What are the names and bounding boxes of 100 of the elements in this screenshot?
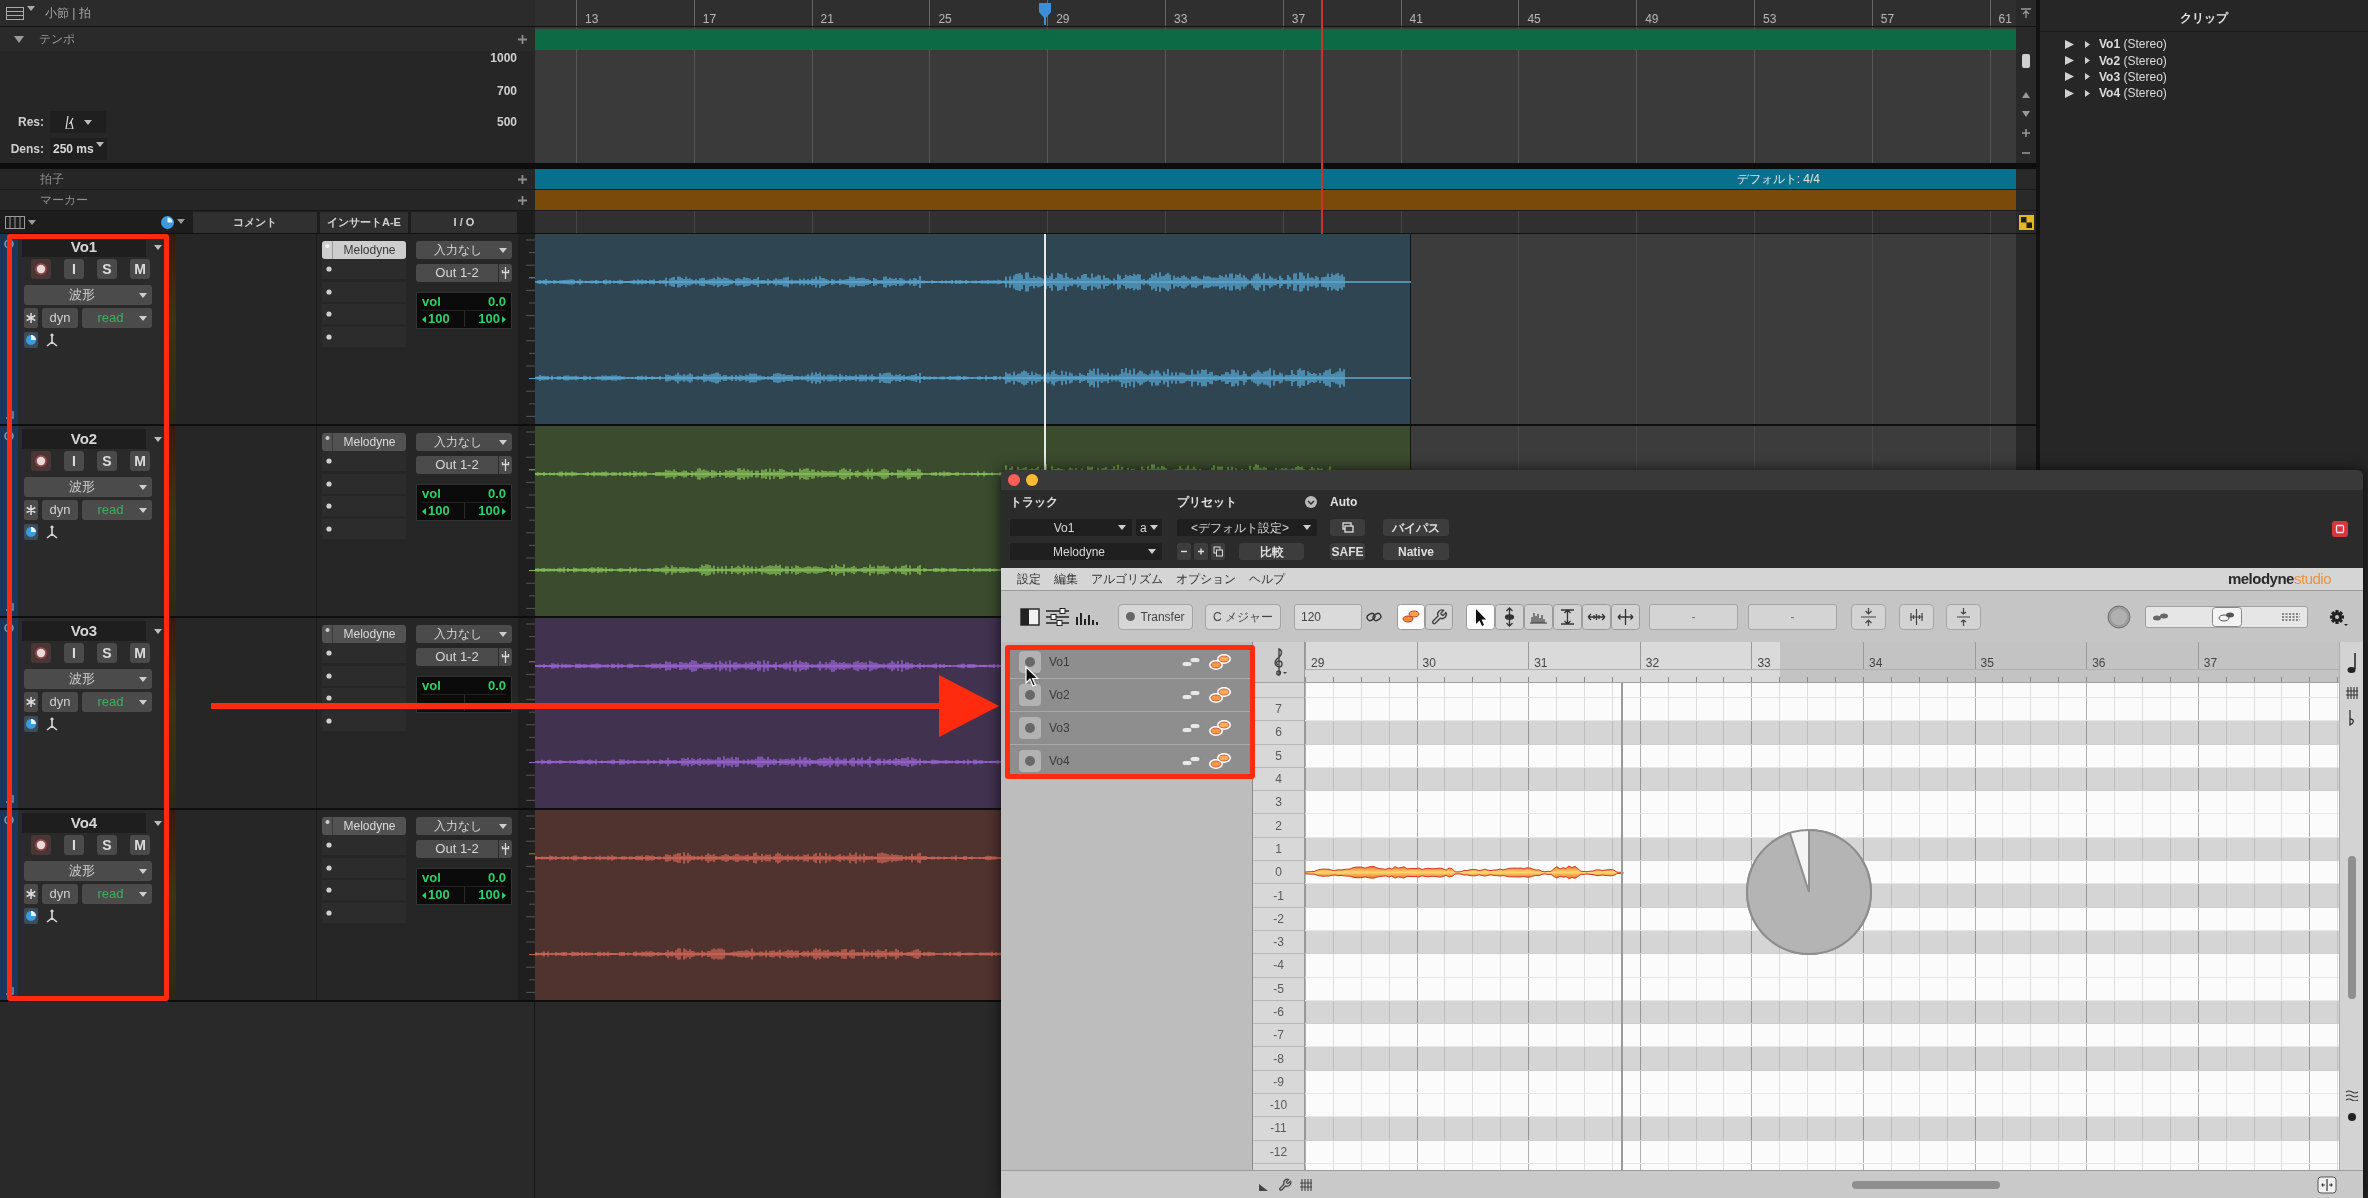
- center-arrows-icon[interactable]: [1851, 603, 1886, 630]
- grid-toggle-icon[interactable]: [2018, 214, 2034, 230]
- asterisk-icon[interactable]: [24, 308, 38, 328]
- record-button[interactable]: [31, 451, 51, 471]
- clock-icon[interactable]: [24, 908, 38, 924]
- input-dropdown[interactable]: 入力なし: [416, 241, 512, 259]
- split-tool-icon[interactable]: [1611, 603, 1640, 630]
- minimize-icon[interactable]: [1026, 474, 1038, 486]
- resize-icon[interactable]: [4, 602, 14, 611]
- clip-item[interactable]: Vo2 (Stereo): [2099, 51, 2167, 70]
- track-toggle-button[interactable]: M: [130, 259, 150, 279]
- record-button[interactable]: [31, 835, 51, 855]
- insert-button[interactable]: Melodyne: [322, 817, 406, 835]
- clock-icon[interactable]: [24, 716, 38, 732]
- sliders-icon[interactable]: [1045, 607, 1070, 626]
- asterisk-icon[interactable]: [24, 692, 38, 712]
- plus-icon[interactable]: [518, 174, 527, 184]
- clock-icon[interactable]: [161, 215, 174, 229]
- resolution-dropdown[interactable]: [50, 111, 106, 133]
- circle-icon[interactable]: [4, 815, 14, 825]
- clock-icon[interactable]: [24, 332, 38, 348]
- track-toggle-button[interactable]: M: [130, 643, 150, 663]
- input-dropdown[interactable]: 入力なし: [416, 625, 512, 643]
- menu-item[interactable]: 設定: [1017, 570, 1041, 588]
- slider-thumb[interactable]: [2211, 606, 2242, 627]
- time-tool-icon[interactable]: [1582, 603, 1611, 630]
- circle-icon[interactable]: [4, 623, 14, 633]
- dot-tile-icon[interactable]: [1019, 684, 1041, 706]
- pitch-tool-icon[interactable]: [1495, 603, 1524, 630]
- square-icon[interactable]: [2332, 521, 2348, 537]
- track-row[interactable]: Vo2: [1010, 679, 1250, 712]
- clip-item[interactable]: Vo4 (Stereo): [2099, 84, 2167, 103]
- view-dropdown[interactable]: 波形: [24, 477, 152, 497]
- track-row[interactable]: Vo3: [1010, 712, 1250, 745]
- view-dropdown[interactable]: 波形: [24, 669, 152, 689]
- circle-icon[interactable]: [4, 239, 14, 249]
- clip-item[interactable]: Vo1 (Stereo): [2099, 35, 2167, 54]
- plus-icon[interactable]: [518, 195, 527, 205]
- arrow-up-icon[interactable]: [2022, 92, 2030, 98]
- plugin-dropdown[interactable]: Melodyne: [1010, 543, 1162, 560]
- record-button[interactable]: [31, 259, 51, 279]
- pointer-tool-icon[interactable]: [1466, 603, 1495, 630]
- collapse-icon[interactable]: [2021, 8, 2031, 18]
- output-selector[interactable]: Out 1-2: [416, 456, 512, 474]
- variant-dropdown[interactable]: a: [1136, 519, 1162, 536]
- clip-item[interactable]: Vo3 (Stereo): [2099, 68, 2167, 86]
- resize-icon[interactable]: [4, 410, 14, 419]
- track-toggle-button[interactable]: I: [64, 835, 84, 855]
- track-toggle-button[interactable]: I: [64, 643, 84, 663]
- close-icon[interactable]: [1008, 474, 1020, 486]
- preset-dropdown[interactable]: <デフォルト設定>: [1177, 519, 1317, 536]
- native-button[interactable]: Native: [1383, 543, 1449, 560]
- insert-button[interactable]: Melodyne: [322, 433, 406, 451]
- automation-button[interactable]: dyn: [42, 692, 78, 712]
- menu-item[interactable]: アルゴリズム: [1091, 570, 1163, 588]
- zoom-in-icon[interactable]: [2022, 129, 2030, 137]
- insert-button[interactable]: Melodyne: [322, 625, 406, 643]
- sharps-icon[interactable]: [1299, 1177, 1313, 1192]
- transfer-button[interactable]: Transfer: [1118, 603, 1193, 630]
- input-dropdown[interactable]: 入力なし: [416, 817, 512, 835]
- track-toggle-button[interactable]: S: [97, 835, 117, 855]
- wrench-icon[interactable]: [1278, 1177, 1292, 1192]
- disclosure-triangle-icon[interactable]: [2085, 40, 2090, 48]
- spread-icon[interactable]: [1899, 603, 1934, 630]
- output-selector[interactable]: Out 1-2: [416, 648, 512, 666]
- density-dropdown[interactable]: 250 ms: [50, 138, 107, 160]
- view-dropdown[interactable]: 波形: [24, 861, 152, 881]
- input-dropdown[interactable]: 入力なし: [416, 433, 512, 451]
- track-toggle-button[interactable]: S: [97, 451, 117, 471]
- compress-icon[interactable]: [1946, 603, 1981, 630]
- display-slider[interactable]: [2145, 605, 2308, 628]
- automation-button[interactable]: dyn: [42, 500, 78, 520]
- view-dropdown[interactable]: 波形: [24, 285, 152, 305]
- resize-icon[interactable]: [4, 794, 14, 803]
- track-toggle-button[interactable]: S: [97, 259, 117, 279]
- track-toggle-button[interactable]: S: [97, 643, 117, 663]
- asterisk-icon[interactable]: [24, 500, 38, 520]
- columns-icon[interactable]: [5, 215, 25, 229]
- record-button[interactable]: [31, 643, 51, 663]
- sharps-icon[interactable]: [2344, 686, 2359, 700]
- resize-icon[interactable]: [4, 986, 14, 995]
- playhead-marker-icon[interactable]: [1038, 3, 1052, 25]
- clock-icon[interactable]: [24, 524, 38, 540]
- knob-icon[interactable]: [2107, 604, 2131, 629]
- arrow-down-icon[interactable]: [2022, 111, 2030, 117]
- copy-icon[interactable]: [1211, 543, 1225, 560]
- dot-tile-icon[interactable]: [1019, 651, 1041, 673]
- automation-button[interactable]: dyn: [42, 308, 78, 328]
- quarter-note-icon[interactable]: [2345, 652, 2358, 674]
- menu-item[interactable]: ヘルプ: [1249, 570, 1285, 588]
- asterisk-icon[interactable]: [24, 884, 38, 904]
- dot-tile-icon[interactable]: [1019, 717, 1041, 739]
- circle-icon[interactable]: [4, 431, 14, 441]
- sidebar-icon[interactable]: [1020, 607, 1040, 626]
- insert-button[interactable]: Melodyne: [322, 241, 406, 259]
- flat-icon[interactable]: [2347, 710, 2356, 726]
- plus-icon[interactable]: [518, 34, 527, 44]
- plus-icon[interactable]: [1194, 543, 1208, 560]
- wave-lines-icon[interactable]: [2344, 1089, 2359, 1101]
- menu-item[interactable]: 編集: [1054, 570, 1078, 588]
